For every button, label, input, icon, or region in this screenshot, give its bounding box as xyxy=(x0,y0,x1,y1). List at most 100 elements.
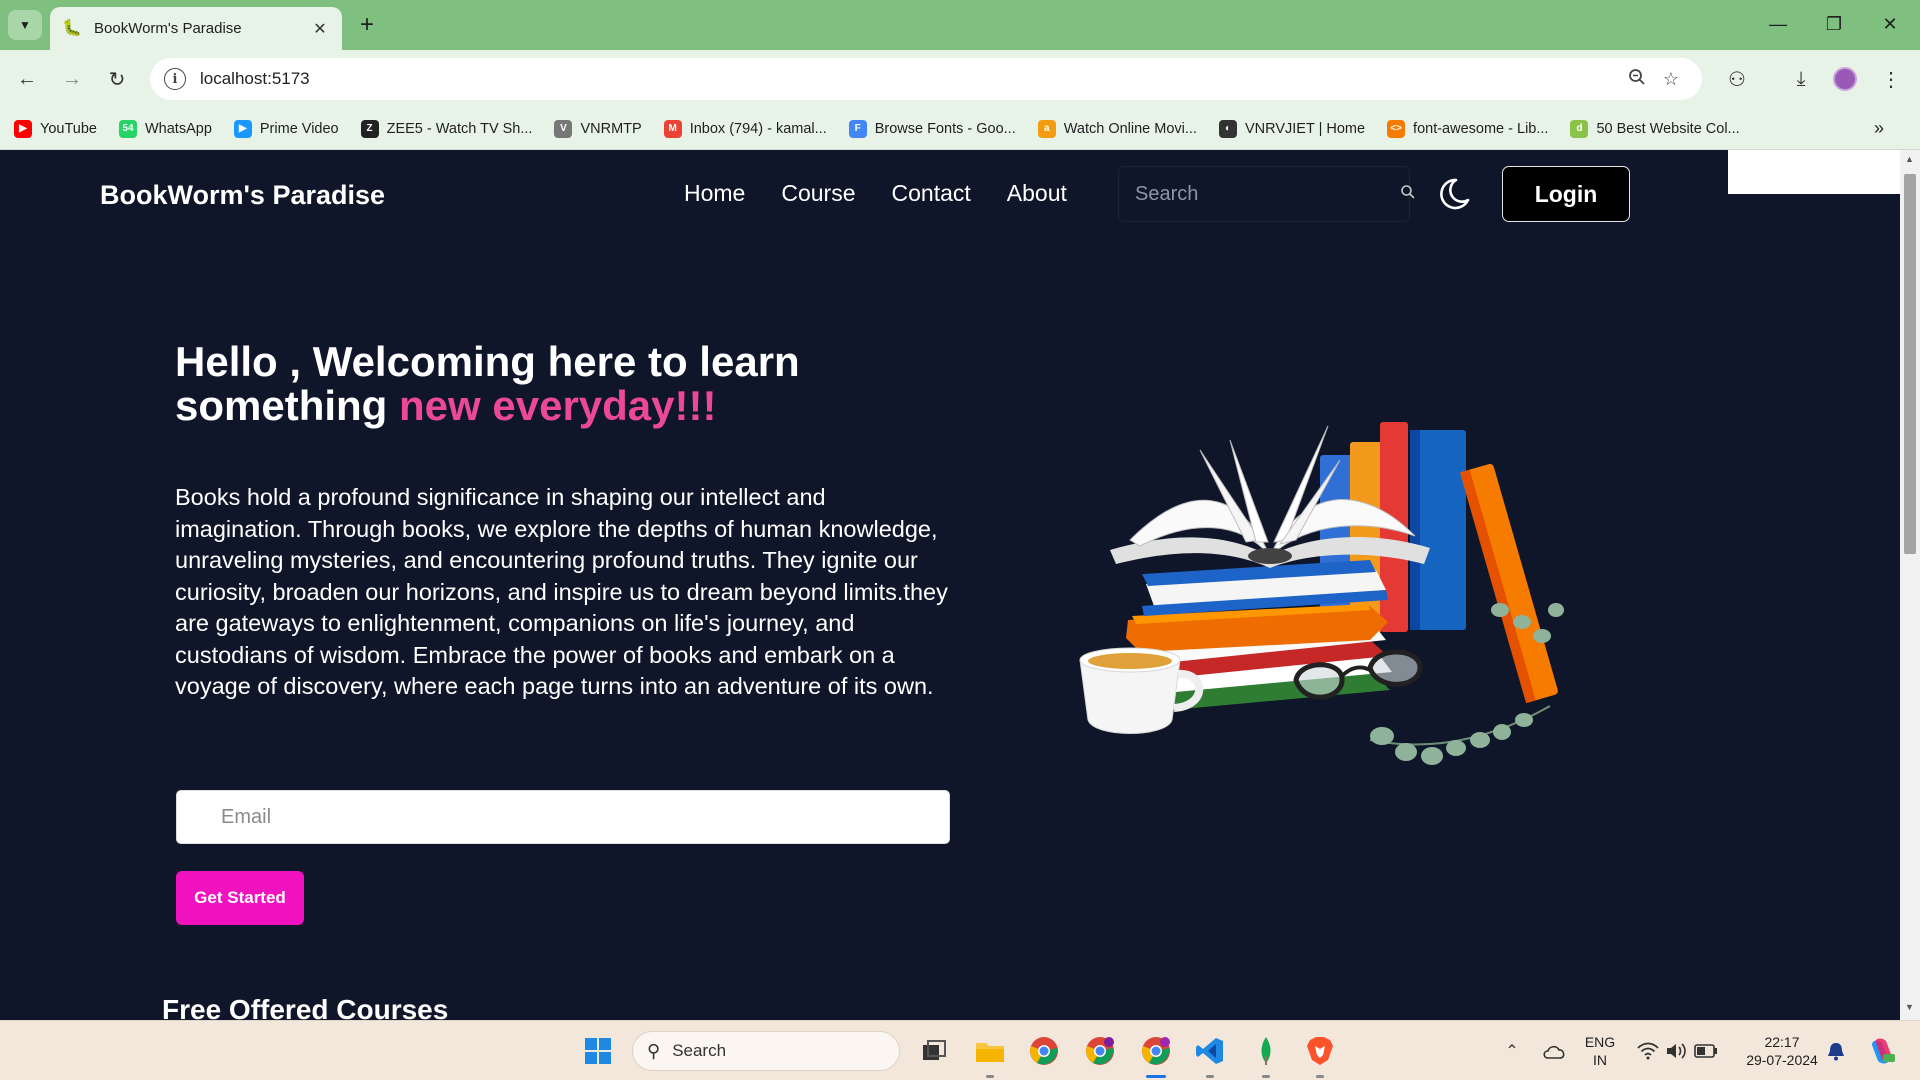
bookmark-item[interactable]: ▶ Prime Video xyxy=(233,119,339,138)
windows-start-icon[interactable] xyxy=(578,1031,618,1071)
bookmark-item[interactable]: Z ZEE5 - Watch TV Sh... xyxy=(360,119,533,138)
active-app-indicator xyxy=(1146,1075,1166,1078)
site-info-icon[interactable]: i xyxy=(164,68,186,90)
running-indicator xyxy=(1316,1075,1324,1078)
search-icon[interactable] xyxy=(1400,184,1416,205)
bookmark-label: VNRMTP xyxy=(580,120,642,137)
back-icon[interactable]: ← xyxy=(10,62,44,96)
windows-taskbar: ⚲ Search ⌃ ENG IN 22:17 29-07-2024 xyxy=(0,1020,1920,1080)
google-fonts-icon: F xyxy=(848,119,867,138)
tab-search-button[interactable]: ▼ xyxy=(8,10,42,40)
notification-bell-icon[interactable] xyxy=(1816,1031,1856,1071)
close-window-icon[interactable]: ✕ xyxy=(1870,8,1910,40)
url-text: localhost:5173 xyxy=(200,69,310,88)
hero-title-line2: something xyxy=(175,382,400,429)
white-overlay-block xyxy=(1728,150,1900,194)
vnrvjiet-icon: ◐ xyxy=(1218,119,1237,138)
bookmark-label: font-awesome - Lib... xyxy=(1413,120,1549,137)
address-bar[interactable]: i localhost:5173 ☆ xyxy=(150,58,1702,100)
running-indicator xyxy=(1206,1075,1214,1078)
chrome-active-icon[interactable] xyxy=(1136,1031,1176,1071)
bookmark-label: YouTube xyxy=(40,120,97,137)
movies-icon: a xyxy=(1037,119,1056,138)
bookmark-item[interactable]: ◐ VNRVJIET | Home xyxy=(1218,119,1366,138)
bookmark-label: VNRVJIET | Home xyxy=(1244,120,1366,137)
get-started-button[interactable]: Get Started xyxy=(176,871,304,925)
reload-icon[interactable]: ↻ xyxy=(100,62,134,96)
show-hidden-icons-icon[interactable]: ⌃ xyxy=(1492,1031,1532,1071)
scroll-down-icon[interactable]: ▼ xyxy=(1905,1002,1914,1012)
brave-icon[interactable] xyxy=(1300,1031,1340,1071)
bookmark-item[interactable]: <> font-awesome - Lib... xyxy=(1387,119,1549,138)
bookmark-label: 50 Best Website Col... xyxy=(1596,120,1740,137)
search-icon: ⚲ xyxy=(647,1040,661,1061)
onedrive-cloud-icon[interactable] xyxy=(1534,1031,1574,1071)
code-icon: <> xyxy=(1387,119,1406,138)
taskbar-search-label: Search xyxy=(672,1041,727,1060)
nav-link-home[interactable]: Home xyxy=(684,180,745,207)
bookmark-label: Watch Online Movi... xyxy=(1063,120,1197,137)
hero-title-accent: new everyday!!! xyxy=(399,382,717,429)
youtube-icon: ▶ xyxy=(14,119,32,138)
bookmark-label: ZEE5 - Watch TV Sh... xyxy=(386,120,533,137)
hero-title-line1: Hello , Welcoming here to learn xyxy=(175,338,800,385)
search-input[interactable] xyxy=(1135,182,1400,206)
restore-icon[interactable]: ❐ xyxy=(1814,8,1854,40)
task-view-icon[interactable] xyxy=(914,1031,954,1071)
extensions-icon[interactable]: ⚇ xyxy=(1720,62,1754,96)
vscode-icon[interactable] xyxy=(1190,1031,1230,1071)
bookmark-item[interactable]: M Inbox (794) - kamal... xyxy=(663,119,827,138)
nav-link-contact[interactable]: Contact xyxy=(892,180,971,207)
region-code: IN xyxy=(1593,1052,1607,1068)
mongodb-icon[interactable] xyxy=(1246,1031,1286,1071)
more-menu-icon[interactable]: ⋮ xyxy=(1874,62,1908,96)
new-tab-button[interactable]: + xyxy=(352,10,382,40)
taskbar-search[interactable]: ⚲ Search xyxy=(632,1031,900,1071)
website-colors-icon: d xyxy=(1570,119,1589,138)
bookmark-item[interactable]: d 50 Best Website Col... xyxy=(1570,119,1740,138)
forward-icon[interactable]: → xyxy=(55,62,89,96)
bookmark-label: WhatsApp xyxy=(144,120,212,137)
language-indicator[interactable]: ENG IN xyxy=(1578,1033,1622,1069)
bookmark-item[interactable]: F Browse Fonts - Goo... xyxy=(848,119,1016,138)
nav-link-course[interactable]: Course xyxy=(781,180,855,207)
star-icon[interactable]: ☆ xyxy=(1654,69,1688,90)
brand-logo[interactable]: BookWorm's Paradise xyxy=(100,180,385,211)
hero-description: Books hold a profound significance in sh… xyxy=(175,484,948,699)
file-explorer-icon[interactable] xyxy=(970,1031,1010,1071)
bookmarks-bar: ▶ YouTube 54 WhatsApp ▶ Prime Video Z ZEE5 - Wa… xyxy=(0,108,1920,150)
close-tab-icon[interactable]: ✕ xyxy=(310,19,330,39)
profile-avatar-icon[interactable] xyxy=(1828,62,1862,96)
minimize-icon[interactable]: — xyxy=(1758,8,1798,40)
download-icon[interactable]: ⤓ xyxy=(1784,62,1818,96)
email-field[interactable] xyxy=(176,790,950,844)
chrome-icon[interactable] xyxy=(1024,1031,1064,1071)
bookmark-item[interactable]: V VNRMTP xyxy=(554,119,642,138)
hero-title: Hello , Welcoming here to learn somethin… xyxy=(175,340,895,428)
bookmarks-overflow-icon[interactable]: » xyxy=(1874,118,1884,139)
browser-tab-active[interactable]: 🐛 BookWorm's Paradise ✕ xyxy=(50,7,342,50)
gmail-icon: M xyxy=(663,119,682,138)
bookmark-label: Browse Fonts - Goo... xyxy=(874,120,1016,137)
nav-link-about[interactable]: About xyxy=(1007,180,1067,207)
running-indicator xyxy=(986,1075,994,1078)
bookmark-label: Inbox (794) - kamal... xyxy=(689,120,827,137)
prime-video-icon: ▶ xyxy=(233,119,252,138)
scroll-up-icon[interactable]: ▲ xyxy=(1905,154,1914,164)
copilot-icon[interactable] xyxy=(1862,1031,1902,1071)
chevron-down-icon: ▼ xyxy=(19,18,31,32)
login-button[interactable]: Login xyxy=(1502,166,1630,222)
chrome-profile-icon[interactable] xyxy=(1080,1031,1120,1071)
whatsapp-icon: 54 xyxy=(118,119,137,138)
browser-tabstrip: ▼ 🐛 BookWorm's Paradise ✕ + — ❐ ✕ xyxy=(0,0,1920,50)
page-scrollbar[interactable]: ▲ ▼ xyxy=(1900,150,1920,1020)
scrollbar-thumb[interactable] xyxy=(1904,174,1916,554)
language-code: ENG xyxy=(1584,1034,1616,1050)
zoom-icon[interactable] xyxy=(1620,68,1654,91)
bookmark-item[interactable]: ▶ YouTube xyxy=(14,119,97,138)
moon-icon[interactable] xyxy=(1434,174,1474,214)
bookmark-item[interactable]: 54 WhatsApp xyxy=(118,119,212,138)
battery-icon[interactable] xyxy=(1686,1031,1726,1071)
bookmark-item[interactable]: a Watch Online Movi... xyxy=(1037,119,1197,138)
books-illustration xyxy=(1079,422,1564,765)
